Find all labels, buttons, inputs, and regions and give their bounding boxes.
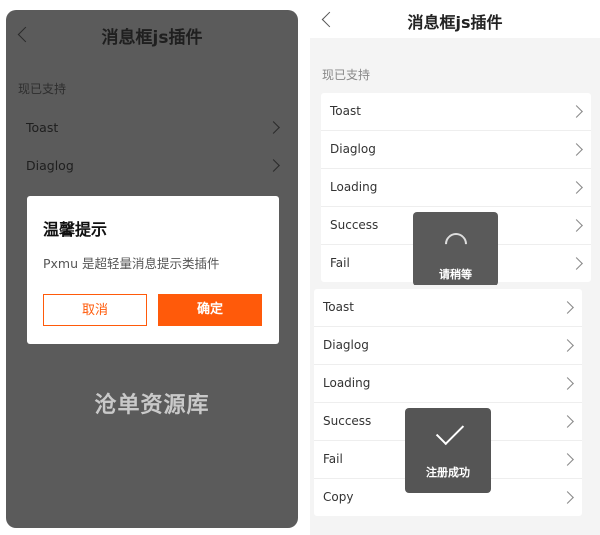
list-item-label: Toast (26, 120, 59, 135)
alert-dialog: 温馨提示 Pxmu 是超轻量消息提示类插件 取消 确定 (27, 196, 279, 344)
chevron-right-icon (561, 491, 574, 504)
list-item-label: Copy (323, 490, 354, 504)
chevron-right-icon (267, 159, 280, 172)
chevron-right-icon (570, 105, 583, 118)
checkmark-icon (435, 416, 465, 446)
dialog-message: Pxmu 是超轻量消息提示类插件 (43, 256, 220, 271)
loading-toast: 请稍等 (413, 212, 498, 286)
watermark-text: 沧单资源库 (94, 393, 210, 418)
page-title: 消息框js插件 (407, 13, 503, 32)
chevron-right-icon (561, 301, 574, 314)
list-item-label: Success (323, 414, 372, 428)
list-item-label: Diaglog (323, 338, 369, 352)
section-label: 现已支持 (322, 68, 371, 82)
success-toast-text: 注册成功 (426, 466, 470, 479)
list-item-toast[interactable]: Toast (321, 93, 591, 131)
list-item-label: Fail (323, 452, 343, 466)
chevron-right-icon (561, 415, 574, 428)
loading-toast-text: 请稍等 (439, 268, 472, 281)
chevron-right-icon (570, 181, 583, 194)
chevron-right-icon (561, 453, 574, 466)
list-item-toast[interactable]: Toast (16, 110, 288, 146)
chevron-right-icon (570, 257, 583, 270)
list-item-loading[interactable]: Loading (321, 169, 591, 207)
confirm-button[interactable]: 确定 (158, 294, 262, 326)
chevron-right-icon (561, 339, 574, 352)
chevron-right-icon (267, 121, 280, 134)
list-item-label: Toast (323, 300, 354, 314)
list-item-label: Diaglog (330, 142, 376, 156)
list-item-label: Success (330, 218, 379, 232)
spinner-icon (440, 228, 472, 260)
nav-bar: 消息框js插件 (310, 0, 600, 38)
list-item-toast[interactable]: Toast (314, 289, 582, 327)
list-item-label: Fail (330, 256, 350, 270)
list-item-diaglog[interactable]: Diaglog (321, 131, 591, 169)
list-item-label: Loading (330, 180, 378, 194)
list-item-label: Loading (323, 376, 371, 390)
chevron-right-icon (561, 377, 574, 390)
section-label: 现已支持 (18, 82, 67, 96)
list-item-diaglog[interactable]: Diaglog (314, 327, 582, 365)
chevron-right-icon (570, 219, 583, 232)
list-item-label: Diaglog (26, 158, 74, 173)
list-item-label: Toast (330, 104, 361, 118)
chevron-right-icon (570, 143, 583, 156)
success-toast: 注册成功 (405, 408, 491, 493)
page-title: 消息框js插件 (101, 28, 203, 48)
list-item-diaglog[interactable]: Diaglog (16, 148, 288, 184)
dialog-title: 温馨提示 (43, 220, 108, 239)
list-item-loading[interactable]: Loading (314, 365, 582, 403)
cancel-button[interactable]: 取消 (43, 294, 147, 326)
